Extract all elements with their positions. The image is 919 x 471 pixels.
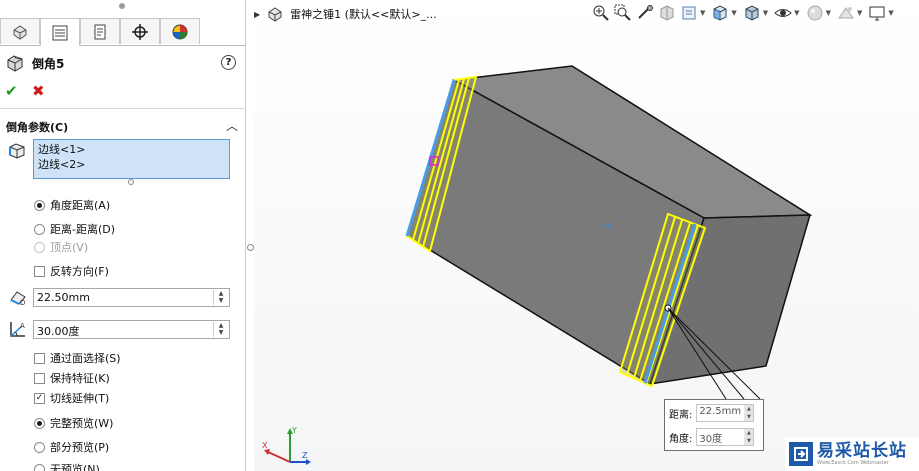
- radio-label: 角度距离(A): [50, 199, 111, 212]
- crosshair-icon: [132, 23, 148, 40]
- tab-configuration-manager[interactable]: [80, 18, 120, 44]
- distance-value[interactable]: 22.50mm: [37, 291, 90, 304]
- selection-item[interactable]: 边线<2>: [38, 157, 225, 172]
- radio-no-preview[interactable]: 无预览(N): [34, 461, 100, 471]
- watermark: 易采站长站 Www.Easck.Com Webmaster: [785, 437, 919, 471]
- ok-check-icon[interactable]: ✔: [5, 82, 18, 100]
- svg-text:A: A: [20, 322, 25, 330]
- selection-item[interactable]: 边线<1>: [38, 142, 225, 157]
- radio-full-preview[interactable]: 完整预览(W): [34, 415, 113, 431]
- callout-angle-row[interactable]: 角度: 30度 ▲ ▼: [669, 428, 755, 446]
- svg-text:X: X: [262, 441, 268, 450]
- svg-text:Y: Y: [291, 426, 297, 435]
- callout-distance-row[interactable]: 距离: 22.5mm ▲ ▼: [669, 404, 755, 422]
- checkbox[interactable]: [34, 265, 45, 277]
- appearance-icon: [172, 24, 188, 39]
- callout-angle-value[interactable]: 30度: [699, 434, 722, 445]
- radio-label: 距离-距离(D): [50, 223, 116, 236]
- radio-button[interactable]: [34, 417, 45, 429]
- keep-features-checkbox[interactable]: 保持特征(K): [34, 370, 110, 386]
- radio-button[interactable]: [34, 223, 45, 235]
- flip-direction-checkbox[interactable]: 反转方向(F): [34, 263, 109, 279]
- callout-distance-spinner[interactable]: ▲ ▼: [744, 405, 754, 421]
- checkbox[interactable]: [34, 352, 45, 364]
- collapse-chevron-icon[interactable]: ︿: [226, 117, 238, 134]
- radio-partial-preview[interactable]: 部分预览(P): [34, 439, 109, 455]
- angle-icon: A: [8, 320, 28, 341]
- watermark-logo-icon: [789, 442, 813, 466]
- checkbox-label: 保持特征(K): [50, 372, 110, 385]
- separator: [0, 108, 245, 109]
- watermark-text: 易采站长站: [817, 441, 907, 461]
- section-title[interactable]: 倒角参数(C): [6, 119, 68, 135]
- callout-distance-value[interactable]: 22.5mm: [699, 406, 741, 417]
- radio-label: 顶点(V): [50, 241, 89, 254]
- checkbox-label: 反转方向(F): [50, 265, 109, 278]
- checkbox[interactable]: ✓: [34, 392, 45, 404]
- radio-angle-distance[interactable]: 角度距离(A): [34, 197, 110, 213]
- edge-selection-icon: [8, 142, 26, 163]
- distance-input[interactable]: 22.50mm ▲ ▼: [33, 288, 230, 307]
- edge-selection-list[interactable]: 边线<1> 边线<2>: [33, 139, 230, 179]
- tab-feature-manager[interactable]: [0, 18, 40, 44]
- radio-button[interactable]: [34, 463, 45, 471]
- radio-label: 部分预览(P): [50, 441, 110, 454]
- panel-splitter-grip[interactable]: [247, 244, 254, 251]
- radio-label: 无预览(N): [50, 463, 100, 471]
- panel-resize-grip[interactable]: [119, 3, 125, 9]
- angle-input[interactable]: 30.00度 ▲ ▼: [33, 320, 230, 339]
- svg-text:Z: Z: [302, 451, 308, 460]
- chamfer-model-view[interactable]: [254, 0, 919, 471]
- reference-triad-icon: Y Z X: [262, 426, 311, 465]
- callout-angle-input[interactable]: 30度 ▲ ▼: [696, 428, 755, 446]
- radio-button[interactable]: [34, 441, 45, 453]
- property-list-icon: [52, 25, 68, 40]
- feature-title: 倒角5: [6, 54, 64, 72]
- help-icon[interactable]: ?: [221, 55, 236, 70]
- feature-title-text: 倒角5: [32, 56, 65, 71]
- tab-property-manager[interactable]: [40, 18, 80, 46]
- radio-button: [34, 241, 45, 253]
- radio-label: 完整预览(W): [50, 417, 114, 430]
- checkbox-label: 切线延伸(T): [50, 392, 110, 405]
- list-resize-grip[interactable]: [128, 179, 134, 185]
- feature-tree-icon: [13, 24, 27, 40]
- tab-display-manager[interactable]: [160, 18, 200, 44]
- chamfer-callout[interactable]: 距离: 22.5mm ▲ ▼ 角度: 30度 ▲ ▼: [664, 399, 764, 451]
- graphics-area[interactable]: ▶ 雷神之锤1 (默认<<默认>_... ▼ ▼ ▼ ▼ ▼ ▼ ▼ 距离: 2…: [254, 0, 919, 471]
- select-through-faces-checkbox[interactable]: 通过面选择(S): [34, 350, 121, 366]
- property-manager: 倒角5 ? ✔ ✖ 倒角参数(C) ︿ 边线<1> 边线<2> 角度距离(A) …: [0, 0, 246, 471]
- svg-text:D: D: [20, 299, 25, 306]
- callout-distance-label: 距离:: [669, 409, 693, 421]
- callout-distance-input[interactable]: 22.5mm ▲ ▼: [696, 404, 755, 422]
- checkbox[interactable]: [34, 372, 45, 384]
- distance-spinner[interactable]: ▲ ▼: [213, 290, 228, 305]
- manager-tabs: [0, 16, 245, 46]
- tab-dimxpert-manager[interactable]: [120, 18, 160, 44]
- watermark-block: 易采站长站 Www.Easck.Com Webmaster: [817, 442, 907, 466]
- radio-button[interactable]: [34, 199, 45, 211]
- angle-value[interactable]: 30.00度: [37, 325, 80, 338]
- radio-vertex: 顶点(V): [34, 239, 88, 255]
- callout-angle-label: 角度:: [669, 433, 693, 445]
- configuration-icon: [94, 24, 106, 39]
- tangent-propagation-checkbox[interactable]: ✓ 切线延伸(T): [34, 390, 109, 406]
- checkbox-label: 通过面选择(S): [50, 352, 121, 365]
- radio-distance-distance[interactable]: 距离-距离(D): [34, 221, 115, 237]
- distance-icon: D: [8, 288, 28, 309]
- callout-angle-spinner[interactable]: ▲ ▼: [744, 429, 754, 445]
- angle-spinner[interactable]: ▲ ▼: [213, 322, 228, 337]
- chamfer-icon: [7, 55, 23, 72]
- cancel-x-icon[interactable]: ✖: [32, 82, 45, 100]
